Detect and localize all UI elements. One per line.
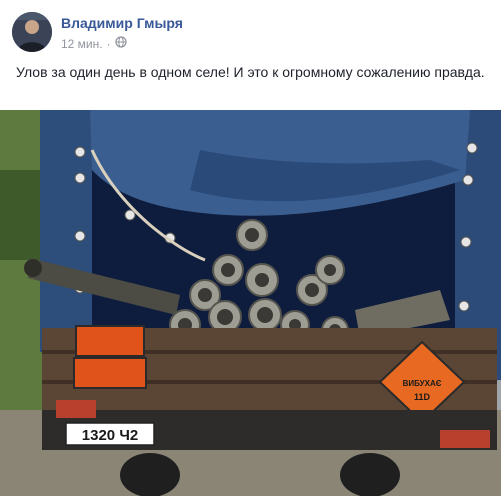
post-timestamp[interactable]: 12 мин.: [61, 37, 103, 51]
post-photo[interactable]: ВИБУХАЄ 11D 1320 Ч2: [0, 110, 501, 496]
post-header: Владимир Гмыря 12 мин. ·: [0, 0, 501, 60]
hazard-sign-text: ВИБУХАЄ: [403, 379, 442, 388]
separator-dot: ·: [106, 36, 111, 51]
post-meta: 12 мин. ·: [61, 36, 127, 51]
globe-icon: [115, 36, 127, 51]
license-plate: 1320 Ч2: [82, 427, 138, 444]
author-name[interactable]: Владимир Гмыря: [61, 15, 183, 31]
avatar[interactable]: [12, 12, 52, 52]
hazard-sign-code: 11D: [414, 392, 431, 402]
post-text: Улов за один день в одном селе! И это к …: [16, 64, 485, 80]
